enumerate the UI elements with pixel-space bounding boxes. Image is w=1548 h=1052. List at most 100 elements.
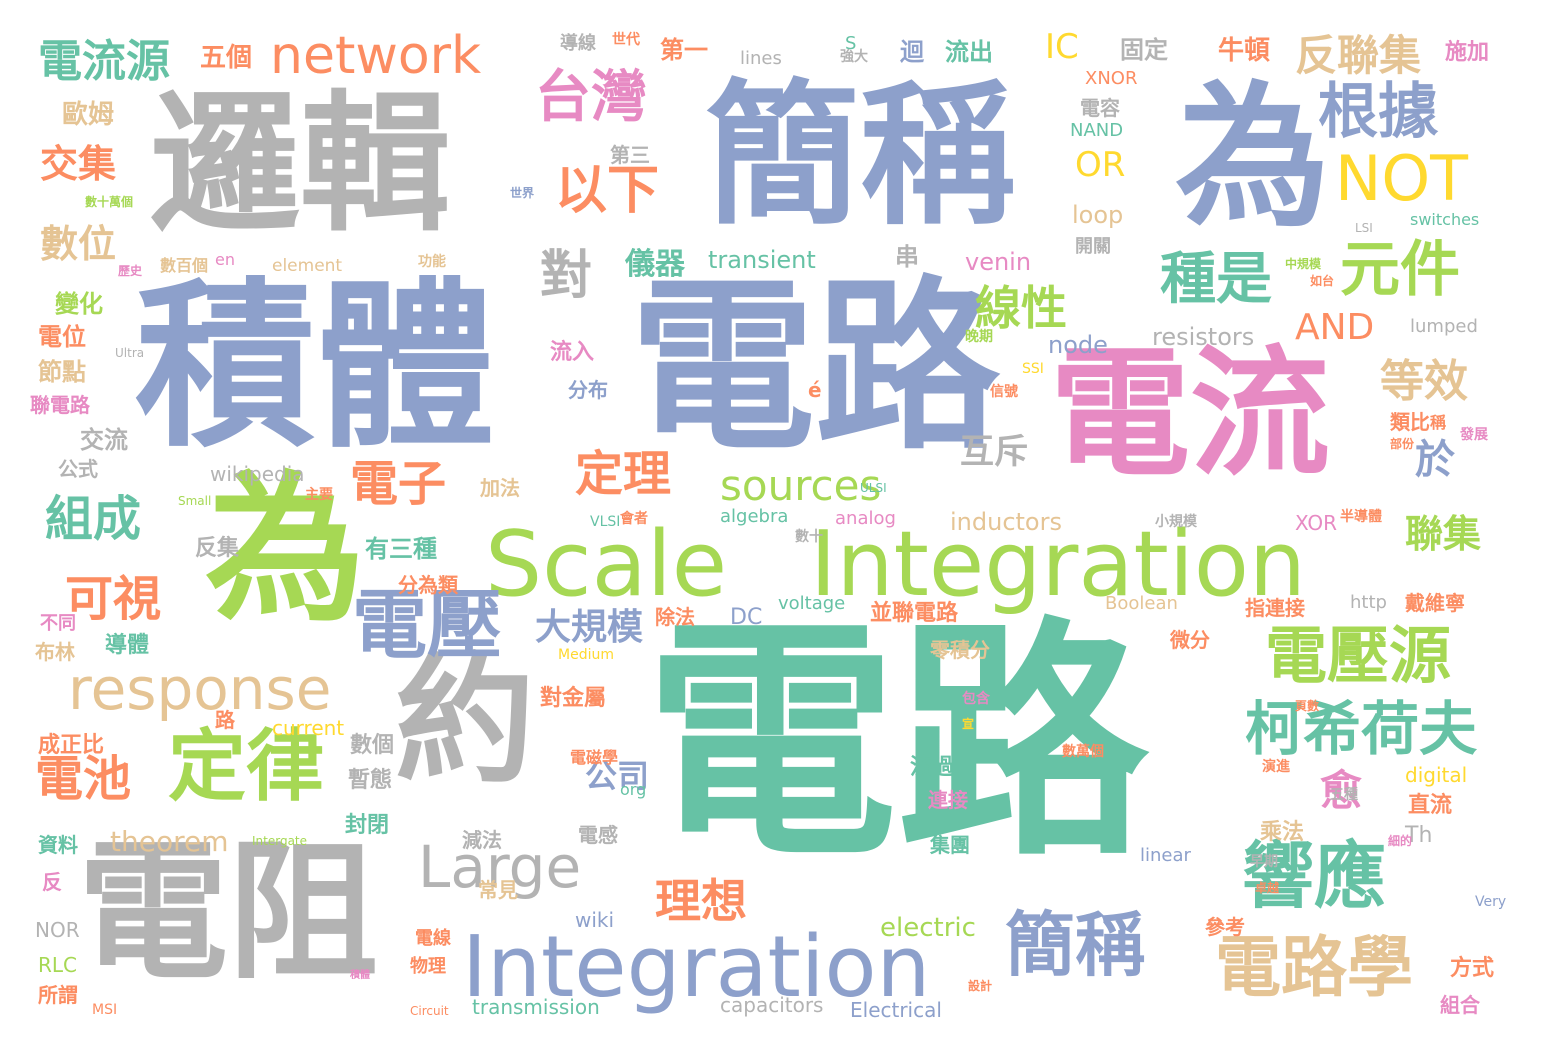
cloud-word: 分為類	[398, 573, 458, 597]
cloud-word: 加法	[480, 476, 520, 500]
cloud-word: 大規模	[535, 607, 644, 648]
cloud-word: 電位	[38, 323, 86, 351]
cloud-word: 迴	[900, 38, 924, 66]
cloud-word: 會者	[620, 511, 648, 527]
cloud-word: 為	[1175, 67, 1330, 248]
cloud-word: element	[272, 256, 343, 276]
cloud-word: 簡稱	[705, 65, 1015, 246]
cloud-word: 元件	[1340, 235, 1460, 305]
cloud-word: SSI	[1022, 361, 1044, 377]
cloud-word: 乘法	[1260, 820, 1305, 845]
cloud-word: linear	[1140, 845, 1191, 866]
cloud-word: 發展	[1460, 427, 1488, 443]
cloud-word: NOT	[1335, 142, 1469, 215]
cloud-word: 有三種	[365, 535, 437, 563]
cloud-word: venin	[965, 248, 1032, 276]
cloud-word: 不同	[40, 613, 76, 634]
cloud-word: 部份	[1390, 437, 1415, 451]
cloud-word: transient	[708, 246, 816, 274]
cloud-word: 物理	[410, 956, 446, 977]
cloud-word: 線性	[975, 281, 1067, 335]
cloud-word: 理想	[655, 874, 747, 928]
cloud-word: 數十	[795, 529, 823, 545]
cloud-word: 電流源	[38, 36, 170, 87]
cloud-word: 除法	[655, 605, 695, 629]
cloud-word: transmission	[472, 995, 600, 1019]
cloud-word: 台灣	[535, 65, 647, 130]
cloud-word: Circuit	[410, 1004, 449, 1018]
cloud-word: 對	[540, 246, 593, 306]
cloud-word: XNOR	[1085, 68, 1138, 89]
cloud-word: NOR	[35, 918, 80, 942]
cloud-word: 電流	[1050, 333, 1331, 496]
cloud-word: 電線	[415, 928, 451, 949]
cloud-word: 簡稱	[1005, 904, 1145, 986]
cloud-word: 卓越	[1255, 881, 1280, 895]
cloud-word: node	[1048, 331, 1108, 359]
cloud-word: sources	[720, 461, 882, 510]
cloud-word: 包含	[962, 691, 990, 707]
cloud-word: 組合	[1440, 993, 1480, 1017]
cloud-word: wiki	[575, 908, 615, 932]
cloud-word: 參考	[1205, 915, 1245, 939]
cloud-word: VLSI	[590, 514, 621, 530]
cloud-word: 功能	[418, 254, 446, 270]
cloud-word: 電路學	[1215, 929, 1413, 1006]
cloud-word: 數萬個	[1062, 744, 1104, 760]
cloud-word: loop	[1072, 201, 1124, 229]
cloud-word: 串	[895, 243, 919, 271]
cloud-word: en	[215, 250, 235, 269]
cloud-word: 反聯集	[1295, 31, 1422, 80]
cloud-word: 零積分	[930, 638, 990, 662]
cloud-word: 如台	[1310, 274, 1335, 288]
cloud-word: 變化	[55, 290, 103, 318]
cloud-word: 約	[395, 640, 536, 803]
cloud-word: lines	[740, 48, 782, 69]
cloud-word: 電子	[350, 456, 447, 512]
cloud-word: resistors	[1152, 323, 1255, 351]
cloud-word: 以下	[555, 161, 660, 221]
cloud-word: 數位	[40, 222, 117, 266]
cloud-word: 晚期	[965, 329, 993, 345]
cloud-word: 流出	[945, 38, 993, 66]
cloud-word: RLC	[38, 953, 78, 977]
cloud-word: current	[272, 716, 345, 740]
cloud-word: Intergate	[252, 834, 308, 848]
cloud-word: network	[270, 26, 482, 86]
cloud-word: 聯電路	[30, 393, 90, 417]
cloud-word: lumped	[1410, 316, 1478, 337]
cloud-word: 資料	[38, 833, 78, 857]
cloud-word: 導體	[105, 633, 150, 658]
cloud-word: 電阻	[78, 826, 379, 1000]
cloud-word: 信號	[990, 384, 1018, 400]
cloud-word: Scale	[485, 512, 728, 617]
cloud-word: 反集	[195, 536, 240, 561]
cloud-word: 固定	[1120, 36, 1168, 64]
cloud-word: OR	[1075, 145, 1126, 185]
cloud-word: 交流	[80, 426, 128, 454]
cloud-word: algebra	[720, 506, 789, 527]
cloud-word: 世界	[510, 186, 535, 200]
cloud-word: Ultra	[115, 346, 145, 360]
cloud-word: 細的	[1388, 834, 1413, 848]
cloud-word: 數個	[350, 733, 395, 758]
cloud-word: 數百個	[160, 256, 209, 275]
cloud-word: theorem	[110, 825, 229, 858]
cloud-word: 常見	[478, 878, 518, 902]
cloud-word: http	[1350, 592, 1387, 613]
cloud-word: digital	[1405, 763, 1468, 787]
cloud-word: 流入	[550, 340, 595, 365]
cloud-word: 小規模	[1155, 514, 1197, 530]
cloud-word: S	[845, 33, 857, 54]
cloud-word: 電感	[578, 823, 618, 847]
cloud-word: 五個	[200, 43, 253, 73]
cloud-word: MSI	[92, 1002, 118, 1018]
cloud-word: switches	[1410, 210, 1480, 229]
cloud-word: 公式	[58, 457, 98, 481]
cloud-word: 暫態	[348, 768, 393, 793]
cloud-word: 儀器	[625, 247, 685, 282]
cloud-word: 戴維寧	[1405, 591, 1465, 615]
cloud-word: 頁數	[1295, 699, 1320, 713]
cloud-word: 類比	[1390, 410, 1430, 434]
cloud-word: inductors	[950, 508, 1062, 536]
